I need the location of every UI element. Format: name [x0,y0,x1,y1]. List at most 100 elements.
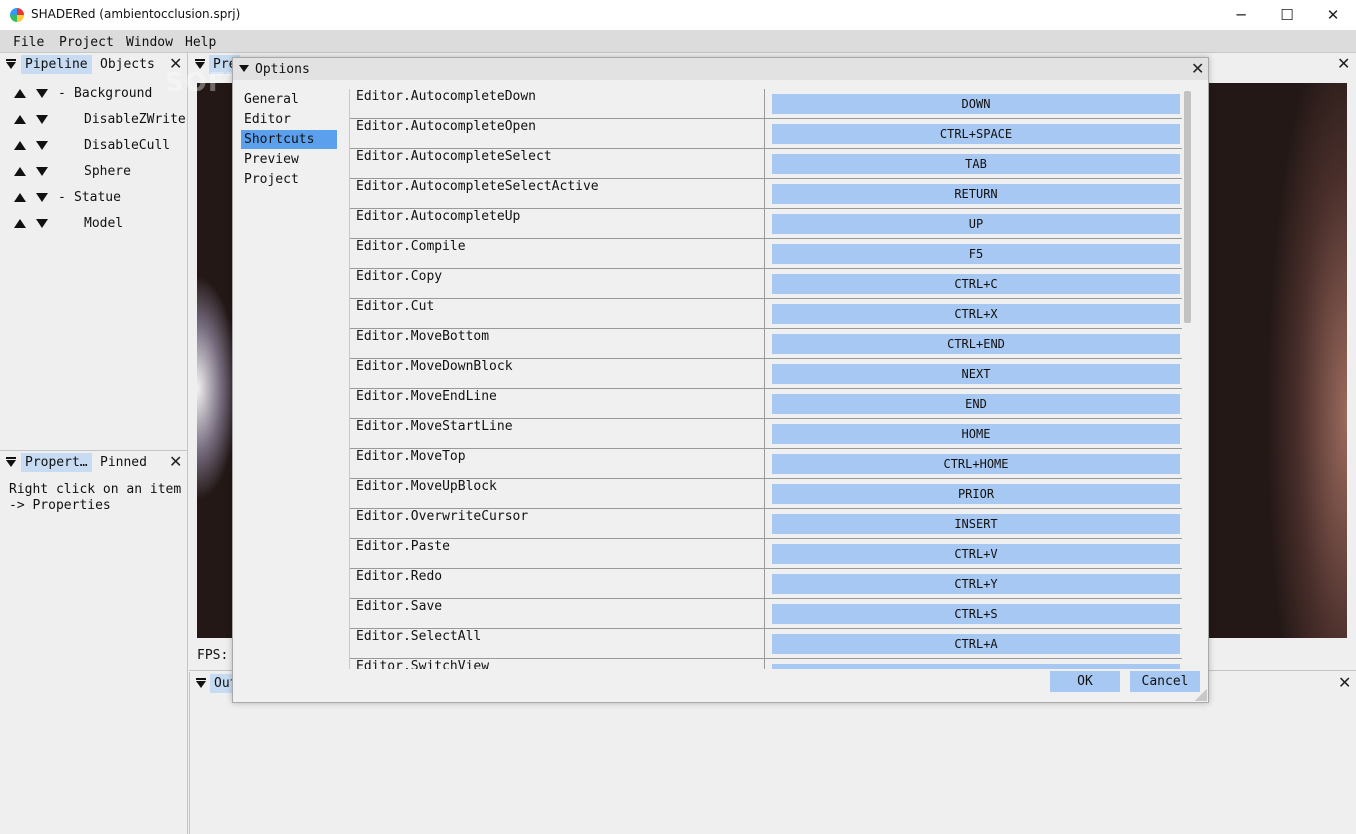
shortcut-row: Editor.MoveTop CTRL+HOME [350,449,1182,479]
column-divider[interactable] [764,89,765,119]
move-up-icon[interactable] [14,115,26,124]
shortcut-key-button[interactable]: CTRL+C [772,274,1180,294]
column-divider[interactable] [764,359,765,389]
move-up-icon[interactable] [14,141,26,150]
pipeline-item-model[interactable]: Model [0,214,186,234]
move-down-icon[interactable] [36,219,48,228]
column-divider[interactable] [764,299,765,329]
tree-collapse-marker[interactable]: - [58,190,66,205]
shortcut-row: Editor.MoveUpBlock PRIOR [350,479,1182,509]
tab-properties[interactable]: Propert… [21,453,92,472]
shortcut-row: Editor.MoveStartLine HOME [350,419,1182,449]
resize-grip[interactable] [1195,689,1207,701]
maximize-button[interactable]: ☐ [1264,0,1310,31]
pipeline-item-sphere[interactable]: Sphere [0,162,186,182]
options-dialog-titlebar[interactable]: Options ✕ [233,58,1208,80]
properties-close-icon[interactable]: ✕ [169,454,182,470]
shortcut-key-button[interactable]: UP [772,214,1180,234]
options-close-icon[interactable]: ✕ [1191,61,1204,77]
move-up-icon[interactable] [14,219,26,228]
close-window-button[interactable]: ✕ [1310,0,1356,31]
shortcut-key-button[interactable]: TAB [772,154,1180,174]
shortcut-key-button[interactable]: CTRL+S [772,604,1180,624]
column-divider[interactable] [764,629,765,659]
panel-collapse-icon[interactable] [6,460,16,467]
column-divider[interactable] [764,149,765,179]
cancel-button[interactable]: Cancel [1130,671,1200,692]
shortcut-name: Editor.Copy [356,269,443,284]
menu-project[interactable]: Project [59,35,114,50]
shortcut-scrollbar-thumb[interactable] [1184,91,1191,323]
column-divider[interactable] [764,179,765,209]
move-up-icon[interactable] [14,89,26,98]
move-down-icon[interactable] [36,141,48,150]
pipeline-item-disablecull[interactable]: DisableCull [0,136,186,156]
category-shortcuts[interactable]: Shortcuts [241,130,337,149]
shortcut-key-button[interactable]: DOWN [772,94,1180,114]
shortcut-key-button[interactable]: CTRL+Y [772,574,1180,594]
minimize-button[interactable]: ─ [1218,0,1264,31]
dialog-collapse-icon[interactable] [239,65,249,72]
column-divider[interactable] [764,239,765,269]
shortcut-key-button[interactable]: CTRL+END [772,334,1180,354]
shortcut-key-button[interactable]: CTRL+HOME [772,454,1180,474]
shortcut-name: Editor.AutocompleteSelect [356,149,552,164]
column-divider[interactable] [764,209,765,239]
column-divider[interactable] [764,119,765,149]
move-down-icon[interactable] [36,115,48,124]
move-down-icon[interactable] [36,89,48,98]
column-divider[interactable] [764,569,765,599]
column-divider[interactable] [764,419,765,449]
category-general[interactable]: General [241,90,337,109]
move-up-icon[interactable] [14,167,26,176]
shortcut-key-button[interactable]: CTRL+A [772,634,1180,654]
move-down-icon[interactable] [36,167,48,176]
shortcut-key-button[interactable]: CTRL+V [772,544,1180,564]
pipeline-item-background[interactable]: - Background [0,84,186,104]
ok-button[interactable]: OK [1050,671,1120,692]
shortcut-key-button[interactable]: F5 [772,244,1180,264]
column-divider[interactable] [764,479,765,509]
column-divider[interactable] [764,509,765,539]
shortcut-row: Editor.Save CTRL+S [350,599,1182,629]
shortcut-row: Editor.SwitchView ALT+F2 [350,659,1182,669]
column-divider[interactable] [764,389,765,419]
shortcut-key-button[interactable]: END [772,394,1180,414]
menu-file[interactable]: File [13,35,44,50]
shortcut-key-button[interactable]: CTRL+X [772,304,1180,324]
menu-help[interactable]: Help [185,35,216,50]
category-project[interactable]: Project [241,170,337,189]
category-editor[interactable]: Editor [241,110,337,129]
panel-collapse-icon[interactable] [196,681,206,688]
panel-collapse-icon[interactable] [6,62,16,69]
tab-pipeline[interactable]: Pipeline [21,55,92,74]
shortcut-key-button[interactable]: INSERT [772,514,1180,534]
shortcut-key-button[interactable]: HOME [772,424,1180,444]
move-down-icon[interactable] [36,193,48,202]
shortcut-key-button[interactable]: ALT+F2 [772,664,1180,669]
shortcut-key-button[interactable]: PRIOR [772,484,1180,504]
menu-window[interactable]: Window [126,35,173,50]
column-divider[interactable] [764,539,765,569]
shortcut-row: Editor.Redo CTRL+Y [350,569,1182,599]
shortcut-key-button[interactable]: CTRL+SPACE [772,124,1180,144]
pipeline-item-disablezwrite[interactable]: DisableZWrite [0,110,186,130]
tree-label: Statue [74,190,121,205]
tab-objects[interactable]: Objects [96,55,159,74]
tree-collapse-marker[interactable]: - [58,86,66,101]
shortcut-name: Editor.Save [356,599,443,614]
shortcut-key-button[interactable]: RETURN [772,184,1180,204]
column-divider[interactable] [764,449,765,479]
category-preview[interactable]: Preview [241,150,337,169]
shortcut-key-button[interactable]: NEXT [772,364,1180,384]
tab-pinned[interactable]: Pinned [96,453,151,472]
column-divider[interactable] [764,329,765,359]
move-up-icon[interactable] [14,193,26,202]
tree-label: Model [84,216,124,231]
column-divider[interactable] [764,269,765,299]
column-divider[interactable] [764,659,765,669]
column-divider[interactable] [764,599,765,629]
pipeline-item-statue[interactable]: - Statue [0,188,186,208]
output-close-icon[interactable]: ✕ [1338,675,1351,691]
preview-close-icon[interactable]: ✕ [1337,56,1350,72]
